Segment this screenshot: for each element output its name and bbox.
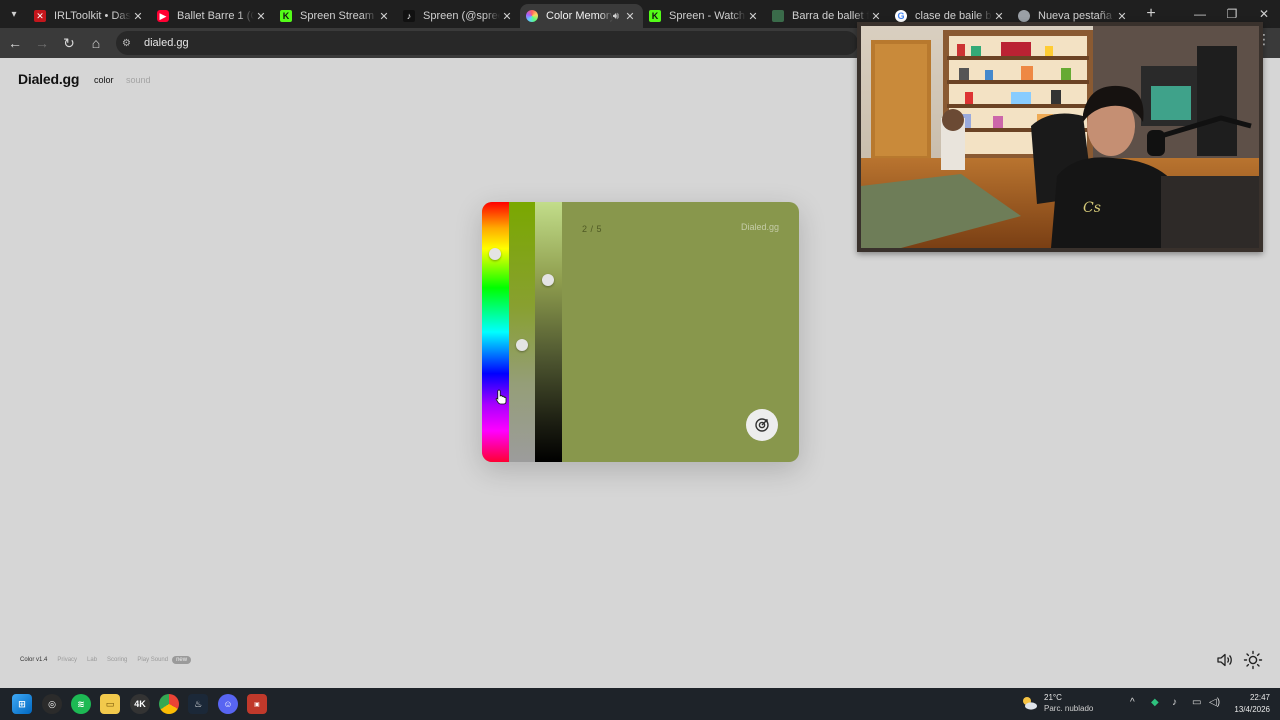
submit-guess-button[interactable] — [746, 409, 778, 441]
tab-spreen-tiktok[interactable]: ♪ Spreen (@spreenbro ✕ — [397, 4, 520, 28]
tab-color-memory-game[interactable]: Color Memory Ga 🔊︎ ✕ — [520, 4, 643, 28]
lab-link[interactable]: Lab — [87, 657, 97, 663]
webcam-feed-image: Cs — [861, 26, 1259, 248]
security-shield-icon[interactable]: ◆ — [1151, 697, 1159, 708]
tab-title: Ballet Barre 1 (Online — [177, 10, 254, 22]
tiktok-icon: ♪ — [403, 10, 415, 22]
card-watermark: Dialed.gg — [740, 222, 779, 232]
system-clock[interactable]: 22:47 13/4/2026 — [1234, 692, 1270, 716]
close-icon[interactable]: ✕ — [1115, 10, 1129, 23]
network-icon[interactable]: ▭ — [1192, 697, 1201, 708]
minimize-icon[interactable]: — — [1184, 7, 1216, 21]
privacy-link[interactable]: Privacy — [57, 657, 77, 663]
close-icon[interactable]: ✕ — [254, 10, 268, 23]
close-icon[interactable]: ✕ — [377, 10, 391, 23]
speaker-icon[interactable]: 🔊︎ — [613, 11, 619, 22]
close-icon[interactable]: ✕ — [869, 10, 883, 23]
irltoolkit-icon: ✕ — [34, 10, 46, 22]
tab-ballet-barre[interactable]: ▶ Ballet Barre 1 (Online ✕ — [151, 4, 274, 28]
4k-app-icon[interactable]: 4K — [130, 694, 150, 714]
back-arrow-icon[interactable]: ← — [3, 31, 27, 55]
chrome-icon — [1018, 10, 1030, 22]
scoring-link[interactable]: Scoring — [107, 657, 127, 663]
tab-title: Spreen Stream - Watc — [300, 10, 377, 22]
version-label: Color v1.4 — [20, 657, 48, 663]
reload-icon[interactable]: ↻ — [57, 31, 81, 55]
webcam-overlay: Cs — [857, 22, 1263, 252]
hand-pointer-cursor-icon — [495, 389, 507, 405]
kick-icon: K — [649, 10, 661, 22]
round-counter: 2 / 5 — [582, 224, 603, 234]
tray-chevron-icon[interactable]: ^ — [1130, 697, 1135, 708]
shop-icon — [772, 10, 784, 22]
tab-irltoolkit[interactable]: ✕ IRLToolkit • Dashboard ✕ — [28, 4, 151, 28]
site-info-icon[interactable]: ⚙ — [122, 38, 136, 49]
hue-slider-handle[interactable] — [489, 248, 501, 260]
partly-cloudy-icon — [1023, 697, 1037, 710]
microphone-icon[interactable]: ♪ — [1172, 697, 1177, 708]
target-icon — [755, 418, 769, 432]
address-url: dialed.gg — [144, 37, 189, 49]
hue-slider[interactable] — [482, 202, 509, 462]
youtube-icon: ▶ — [157, 10, 169, 22]
tab-spreen-stream[interactable]: K Spreen Stream - Watc ✕ — [274, 4, 397, 28]
color-game-card: 2 / 5 Dialed.gg — [482, 202, 799, 462]
clock-date: 13/4/2026 — [1234, 705, 1270, 714]
lightness-slider-handle[interactable] — [542, 274, 554, 286]
tab-spreen-clips[interactable]: K Spreen - Watch clips ✕ — [643, 4, 766, 28]
tab-title: Barra de ballet fija al — [792, 10, 869, 22]
close-icon[interactable]: ✕ — [131, 10, 145, 23]
discord-icon[interactable]: ☺ — [218, 694, 238, 714]
obs-icon[interactable]: ◎ — [42, 694, 62, 714]
tab-title: clase de baile buena — [915, 10, 992, 22]
tab-title: Color Memory Ga — [546, 10, 613, 22]
play-sound-link[interactable]: Play Sound — [137, 657, 168, 663]
svg-text:Cs: Cs — [1083, 200, 1101, 216]
close-window-icon[interactable]: ✕ — [1248, 7, 1280, 21]
os-taskbar: ⊞ ◎ ≋ ▭ 4K ♨ ☺ ▣ 21°C Parc. nublado ^ ◆ … — [0, 688, 1280, 720]
new-badge: new — [172, 656, 192, 664]
site-logo[interactable]: Dialed.gg — [18, 71, 79, 87]
close-icon[interactable]: ✕ — [746, 10, 760, 23]
google-icon: G — [895, 10, 907, 22]
lightness-slider[interactable] — [535, 202, 562, 462]
mode-sound-link[interactable]: sound — [126, 75, 151, 85]
tab-title: Spreen (@spreenbro — [423, 10, 500, 22]
volume-icon[interactable]: ◁) — [1209, 697, 1220, 708]
saturation-slider[interactable] — [509, 202, 535, 462]
close-icon[interactable]: ✕ — [500, 10, 514, 23]
window-controls: — ❐ ✕ — [1184, 7, 1280, 21]
close-icon[interactable]: ✕ — [623, 10, 637, 23]
spotify-icon[interactable]: ≋ — [71, 694, 91, 714]
tab-title: Spreen - Watch clips — [669, 10, 746, 22]
clock-time: 22:47 — [1249, 693, 1270, 702]
maximize-icon[interactable]: ❐ — [1216, 7, 1248, 21]
tab-title: IRLToolkit • Dashboard — [54, 10, 131, 22]
sound-toggle-icon[interactable] — [1216, 651, 1234, 669]
video-app-icon[interactable]: ▣ — [247, 694, 267, 714]
home-icon[interactable]: ⌂ — [84, 31, 108, 55]
kick-icon: K — [280, 10, 292, 22]
weather-temperature: 21°C — [1044, 693, 1062, 702]
mode-color-link[interactable]: color — [94, 75, 114, 85]
close-icon[interactable]: ✕ — [992, 10, 1006, 23]
chrome-color-icon — [526, 10, 538, 22]
sun-theme-toggle-icon[interactable] — [1243, 650, 1263, 670]
page-footer: Color v1.4 Privacy Lab Scoring Play Soun… — [20, 656, 201, 664]
weather-widget[interactable]: 21°C Parc. nublado — [1020, 692, 1093, 714]
weather-condition: Parc. nublado — [1044, 704, 1094, 713]
address-bar[interactable]: ⚙ dialed.gg — [116, 31, 858, 55]
windows-start-icon[interactable]: ⊞ — [12, 694, 32, 714]
steam-icon[interactable]: ♨ — [188, 694, 208, 714]
file-explorer-icon[interactable]: ▭ — [100, 694, 120, 714]
new-tab-plus-icon[interactable]: + — [1139, 5, 1163, 23]
saturation-slider-handle[interactable] — [516, 339, 528, 351]
chrome-taskbar-icon[interactable] — [159, 694, 179, 714]
tab-search-chevron-icon[interactable]: ▾ — [0, 0, 28, 28]
tab-title: Nueva pestaña — [1038, 10, 1112, 22]
forward-arrow-icon[interactable]: → — [30, 31, 54, 55]
